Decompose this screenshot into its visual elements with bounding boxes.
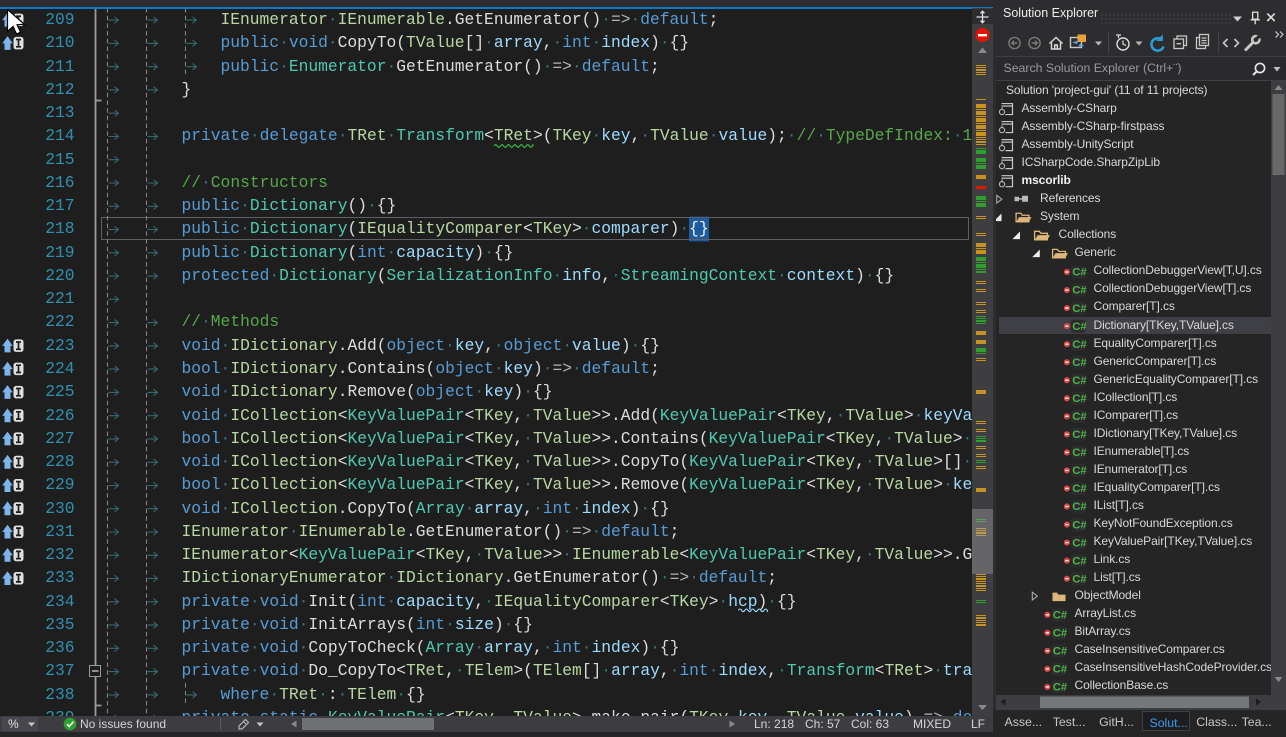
svg-text:C#: C# [1072, 339, 1087, 351]
svg-text:C#: C# [1053, 646, 1068, 658]
svg-text:C#: C# [1053, 609, 1068, 621]
svg-text:C#: C# [1072, 429, 1087, 441]
svg-text:C#: C# [1072, 555, 1087, 567]
svg-text:C#: C# [1072, 321, 1087, 333]
svg-text:C#: C# [1072, 519, 1087, 531]
svg-text:C#: C# [1072, 375, 1087, 387]
svg-text:C#: C# [1072, 537, 1087, 549]
svg-text:C#: C# [1072, 357, 1087, 369]
svg-text:C#: C# [1072, 285, 1087, 297]
svg-text:C#: C# [1053, 628, 1068, 640]
svg-text:C#: C# [1072, 393, 1087, 405]
svg-text:C#: C# [1072, 447, 1087, 459]
svg-text:C#: C# [1072, 267, 1087, 279]
svg-text:C#: C# [1072, 501, 1087, 513]
svg-text:C#: C# [1053, 682, 1068, 694]
svg-text:C#: C# [1072, 573, 1087, 585]
svg-text:C#: C# [1072, 303, 1087, 315]
svg-text:C#: C# [1072, 465, 1087, 477]
svg-text:C#: C# [1072, 483, 1087, 495]
svg-text:C#: C# [1053, 664, 1068, 676]
svg-text:C#: C# [1072, 411, 1087, 423]
